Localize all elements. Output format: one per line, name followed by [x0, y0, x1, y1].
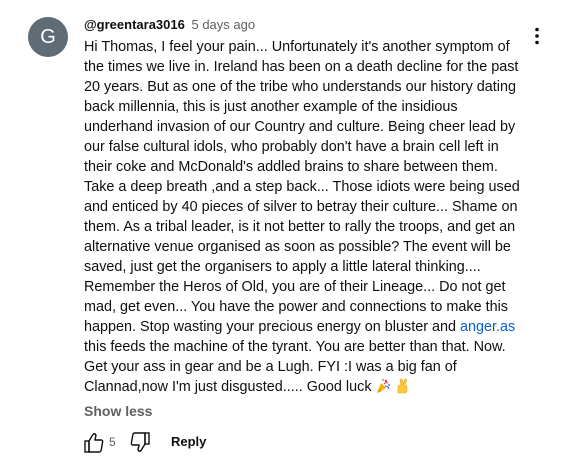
- comment-thread: G @greentara3016 5 days ago Hi Thomas, I…: [0, 0, 582, 455]
- comment-line: mad, get even... You have the power and …: [84, 299, 509, 315]
- show-less-button[interactable]: Show less: [84, 401, 152, 421]
- comment-line: them. As a tribal leader, is it not bett…: [84, 219, 516, 235]
- avatar[interactable]: G: [28, 17, 68, 57]
- comment-line: Hi Thomas, I feel your pain... Unfortuna…: [84, 39, 510, 55]
- comment-line: Remember the Heros of Old, you are of th…: [84, 279, 506, 295]
- thumb-down-icon[interactable]: [128, 428, 152, 456]
- comment-line: saved, just get the organisers to apply …: [84, 259, 481, 275]
- comment-line: Get your ass in gear and be a Lugh. FYI …: [84, 359, 457, 375]
- comment-line-text: happen. Stop wasting your precious energ…: [84, 319, 460, 335]
- timestamp[interactable]: 5 days ago: [191, 17, 255, 32]
- comment-line: and enticed by 40 pieces of silver to be…: [84, 199, 518, 215]
- thumb-down-icon-svg: [130, 432, 150, 452]
- comment-line: 20 years. But as one of the tribe who un…: [84, 79, 516, 95]
- more-vert-icon-svg: [535, 27, 539, 45]
- comment-line: underhand invasion of our Country and cu…: [84, 119, 516, 135]
- comment-line: our false cultural idols, who probably d…: [84, 139, 499, 155]
- comment-line: back millennia, this is just another exa…: [84, 99, 458, 115]
- comment-header: @greentara3016 5 days ago: [84, 16, 255, 34]
- reply-button[interactable]: Reply: [171, 432, 206, 452]
- comment-line: Take a deep breath ,and a step back... T…: [84, 179, 520, 195]
- avatar-initial: G: [40, 26, 56, 48]
- comment-line: this feeds the machine of the tyrant. Yo…: [84, 339, 506, 355]
- like-count: 5: [109, 435, 116, 449]
- party-popper-icon: [375, 378, 391, 400]
- comment-line-with-emoji: Clannad,now I'm just disgusted..... Good…: [84, 377, 524, 397]
- comment-link[interactable]: anger.as: [460, 319, 515, 335]
- comment-actions: 5 Reply: [80, 428, 280, 456]
- crossed-fingers-icon: [394, 378, 410, 400]
- thumb-up-icon[interactable]: [82, 428, 106, 456]
- comment-line-with-link: happen. Stop wasting your precious energ…: [84, 317, 524, 337]
- comment-line-text: Clannad,now I'm just disgusted..... Good…: [84, 379, 372, 395]
- comment-line: alternative venue organised as soon as p…: [84, 239, 511, 255]
- author-name[interactable]: @greentara3016: [84, 17, 185, 32]
- thumb-up-icon-svg: [84, 433, 104, 453]
- more-vert-icon[interactable]: [525, 24, 549, 48]
- comment-text: Hi Thomas, I feel your pain... Unfortuna…: [84, 37, 524, 397]
- comment-line: their coke and McDonald's addled brains …: [84, 159, 498, 175]
- comment-line: the times we live in. Ireland has been o…: [84, 59, 519, 75]
